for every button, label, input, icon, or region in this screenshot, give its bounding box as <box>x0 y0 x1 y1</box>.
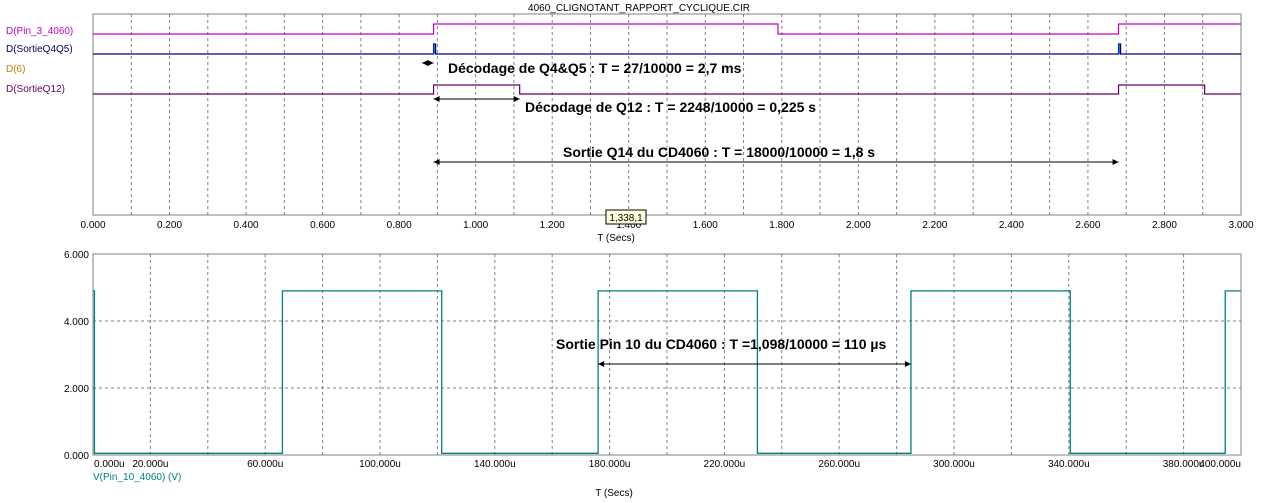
label-sortie-q4q5: D(SortieQ4Q5) <box>6 44 73 55</box>
analog-x-tick-label: 20.000u <box>132 459 168 470</box>
chart-title: 4060_CLIGNOTANT_RAPPORT_CYCLIQUE.CIR <box>528 3 750 14</box>
annotation-q14: Sortie Q14 du CD4060 : T = 18000/10000 =… <box>563 144 875 160</box>
analog-y-ticks: 0.000 2.000 4.000 6.000 <box>64 250 89 462</box>
digital-x-tick-label: 1.800 <box>769 220 794 231</box>
digital-series-labels: D(Pin_3_4060) D(SortieQ4Q5) D(6) D(Sorti… <box>6 26 73 95</box>
label-pin3: D(Pin_3_4060) <box>6 26 73 37</box>
digital-x-tick-label: 0.400 <box>234 220 259 231</box>
label-sortie-q12: D(SortieQ12) <box>6 84 65 95</box>
digital-x-tick-label: 0.800 <box>387 220 412 231</box>
arrow-q12-head-left <box>433 96 440 102</box>
arrow-q12-head-right <box>513 96 520 102</box>
annotation-q4q5: Décodage de Q4&Q5 : T = 27/10000 = 2,7 m… <box>448 60 742 76</box>
annotation-q12: Décodage de Q12 : T = 2248/10000 = 0,225… <box>525 99 816 115</box>
analog-x-tick-label: 60.000u <box>247 459 283 470</box>
arrow-q4q5-head-left <box>422 60 429 66</box>
arrow-q4q5-head-right <box>427 60 434 66</box>
digital-x-tick-label: 2.000 <box>846 220 871 231</box>
analog-y-tick-label: 4.000 <box>64 317 89 328</box>
digital-x-tick-label: 0.200 <box>157 220 182 231</box>
digital-x-tick-label: 1.600 <box>693 220 718 231</box>
digital-x-ticks: 0.000 0.200 0.400 0.600 0.800 1.000 1.200 1.400… <box>80 220 1253 231</box>
analog-x-tick-label: 220.000u <box>704 459 746 470</box>
oscillogram: 4060_CLIGNOTANT_RAPPORT_CYCLIQUE.CIR D(P… <box>6 3 1254 499</box>
digital-x-tick-label: 3.000 <box>1228 220 1253 231</box>
digital-x-tick-label: 2.600 <box>1075 220 1100 231</box>
analog-y-tick-label: 2.000 <box>64 384 89 395</box>
digital-annotations: Décodage de Q4&Q5 : T = 27/10000 = 2,7 m… <box>422 60 1119 165</box>
digital-x-tick-label: 2.800 <box>1152 220 1177 231</box>
analog-x-tick-label: 180.000u <box>589 459 631 470</box>
analog-x-tick-label: 300.000u <box>933 459 975 470</box>
analog-series-label: V(Pin_10_4060) (V) <box>93 472 181 483</box>
arrow-q14-head-left <box>433 159 440 165</box>
label-d6: D(6) <box>6 64 25 75</box>
digital-x-tick-label: 0.600 <box>310 220 335 231</box>
digital-x-tick-label: 2.200 <box>922 220 947 231</box>
analog-x-tick-label: 380.000u <box>1163 459 1205 470</box>
arrow-pin10-head-left <box>598 361 605 367</box>
analog-x-tick-label: 340.000u <box>1048 459 1090 470</box>
analog-x-tick-label: 0.000u <box>94 459 125 470</box>
analog-y-tick-label: 0.000 <box>64 451 89 462</box>
analog-x-tick-label: 260.000u <box>818 459 860 470</box>
analog-y-tick-label: 6.000 <box>64 250 89 261</box>
analog-x-axis-label: T (Secs) <box>595 488 633 499</box>
arrow-pin10-head-right <box>904 361 911 367</box>
digital-x-tick-label: 0.000 <box>80 220 105 231</box>
analog-x-ticks: 0.000u 20.000u 60.000u 100.000u 140.000u 180.… <box>94 459 1241 470</box>
analog-x-tick-label: 140.000u <box>474 459 516 470</box>
digital-x-tick-label: 1.200 <box>540 220 565 231</box>
digital-x-tick-label: 1.000 <box>463 220 488 231</box>
annotation-pin10: Sortie Pin 10 du CD4060 : T =1,098/10000… <box>556 336 886 352</box>
cursor-readout: 1,338,1 <box>609 213 643 224</box>
digital-x-tick-label: 2.400 <box>999 220 1024 231</box>
analog-grid <box>93 254 1241 455</box>
analog-x-tick-label: 100.000u <box>359 459 401 470</box>
analog-x-tick-label: 400.000u <box>1199 459 1241 470</box>
arrow-q14-head-right <box>1112 159 1119 165</box>
digital-x-axis-label: T (Secs) <box>597 233 635 244</box>
